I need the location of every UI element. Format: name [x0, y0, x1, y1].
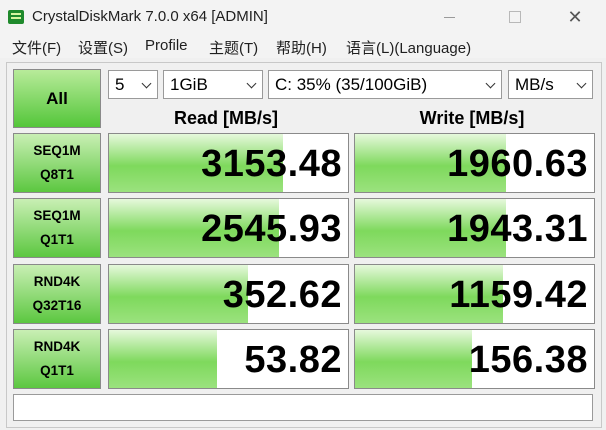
test-button-rnd4k-q32t16[interactable]: RND4K Q32T16: [13, 264, 101, 324]
read-column-header: Read [MB/s]: [173, 108, 278, 128]
write-result: 1960.63: [354, 133, 595, 193]
menu-language[interactable]: 语言(L)(Language): [346, 37, 471, 58]
menu-settings[interactable]: 设置(S): [78, 37, 128, 58]
test-size-value: 1GiB: [170, 74, 208, 94]
chevron-down-icon: [141, 78, 152, 89]
chevron-down-icon: [485, 78, 496, 89]
maximize-button[interactable]: [492, 0, 538, 34]
test-button-seq1m-q1t1[interactable]: SEQ1M Q1T1: [13, 198, 101, 258]
menu-profile[interactable]: Profile: [145, 37, 188, 54]
minimize-button[interactable]: [426, 0, 472, 34]
write-result: 1159.42: [354, 264, 595, 324]
read-bar: [109, 330, 217, 388]
read-value: 3153.48: [201, 143, 342, 185]
unit-value: MB/s: [515, 74, 554, 94]
crystaldiskmark-app-icon: [8, 10, 24, 24]
drive-select[interactable]: C: 35% (35/100GiB): [268, 70, 502, 99]
read-result: 352.62: [108, 264, 349, 324]
test-label-line1: RND4K: [33, 274, 81, 289]
write-bar: [355, 330, 473, 388]
drive-value: C: 35% (35/100GiB): [275, 74, 428, 94]
menu-bar: 文件(F) 设置(S) Profile 主题(T) 帮助(H) 语言(L)(La…: [0, 34, 606, 58]
write-value: 1943.31: [447, 208, 588, 250]
minimize-icon: [443, 16, 455, 18]
menu-help[interactable]: 帮助(H): [276, 37, 327, 58]
write-result: 156.38: [354, 329, 595, 389]
test-count-select[interactable]: 5: [108, 70, 158, 99]
test-size-select[interactable]: 1GiB: [163, 70, 263, 99]
test-label-line2: Q8T1: [40, 167, 74, 182]
test-label-line2: Q1T1: [40, 363, 74, 378]
test-count-value: 5: [115, 74, 125, 94]
read-result: 3153.48: [108, 133, 349, 193]
write-value: 1159.42: [449, 274, 588, 316]
test-button-seq1m-q8t1[interactable]: SEQ1M Q8T1: [13, 133, 101, 193]
maximize-icon: [509, 11, 521, 23]
title-bar: CrystalDiskMark 7.0.0 x64 [ADMIN] ✕: [0, 0, 606, 34]
test-label-line2: Q1T1: [40, 232, 74, 247]
test-label-line1: SEQ1M: [33, 143, 81, 158]
comment-input[interactable]: [13, 394, 593, 421]
test-button-rnd4k-q1t1[interactable]: RND4K Q1T1: [13, 329, 101, 389]
read-value: 53.82: [244, 339, 342, 381]
test-label-line1: RND4K: [33, 339, 81, 354]
close-button[interactable]: ✕: [552, 0, 598, 34]
read-value: 352.62: [222, 274, 342, 316]
write-value: 1960.63: [447, 143, 588, 185]
close-icon: ✕: [567, 6, 583, 27]
test-label-line1: SEQ1M: [33, 208, 81, 223]
menu-file[interactable]: 文件(F): [12, 37, 61, 58]
read-result: 53.82: [108, 329, 349, 389]
menu-theme[interactable]: 主题(T): [209, 37, 258, 58]
write-result: 1943.31: [354, 198, 595, 258]
read-result: 2545.93: [108, 198, 349, 258]
unit-select[interactable]: MB/s: [508, 70, 593, 99]
test-label-line2: Q32T16: [32, 298, 82, 313]
all-button[interactable]: All: [13, 69, 101, 128]
chevron-down-icon: [246, 78, 257, 89]
window-title: CrystalDiskMark 7.0.0 x64 [ADMIN]: [32, 8, 268, 25]
write-column-header: Write [MB/s]: [419, 108, 525, 128]
chevron-down-icon: [576, 78, 587, 89]
write-value: 156.38: [468, 339, 588, 381]
read-value: 2545.93: [201, 208, 342, 250]
